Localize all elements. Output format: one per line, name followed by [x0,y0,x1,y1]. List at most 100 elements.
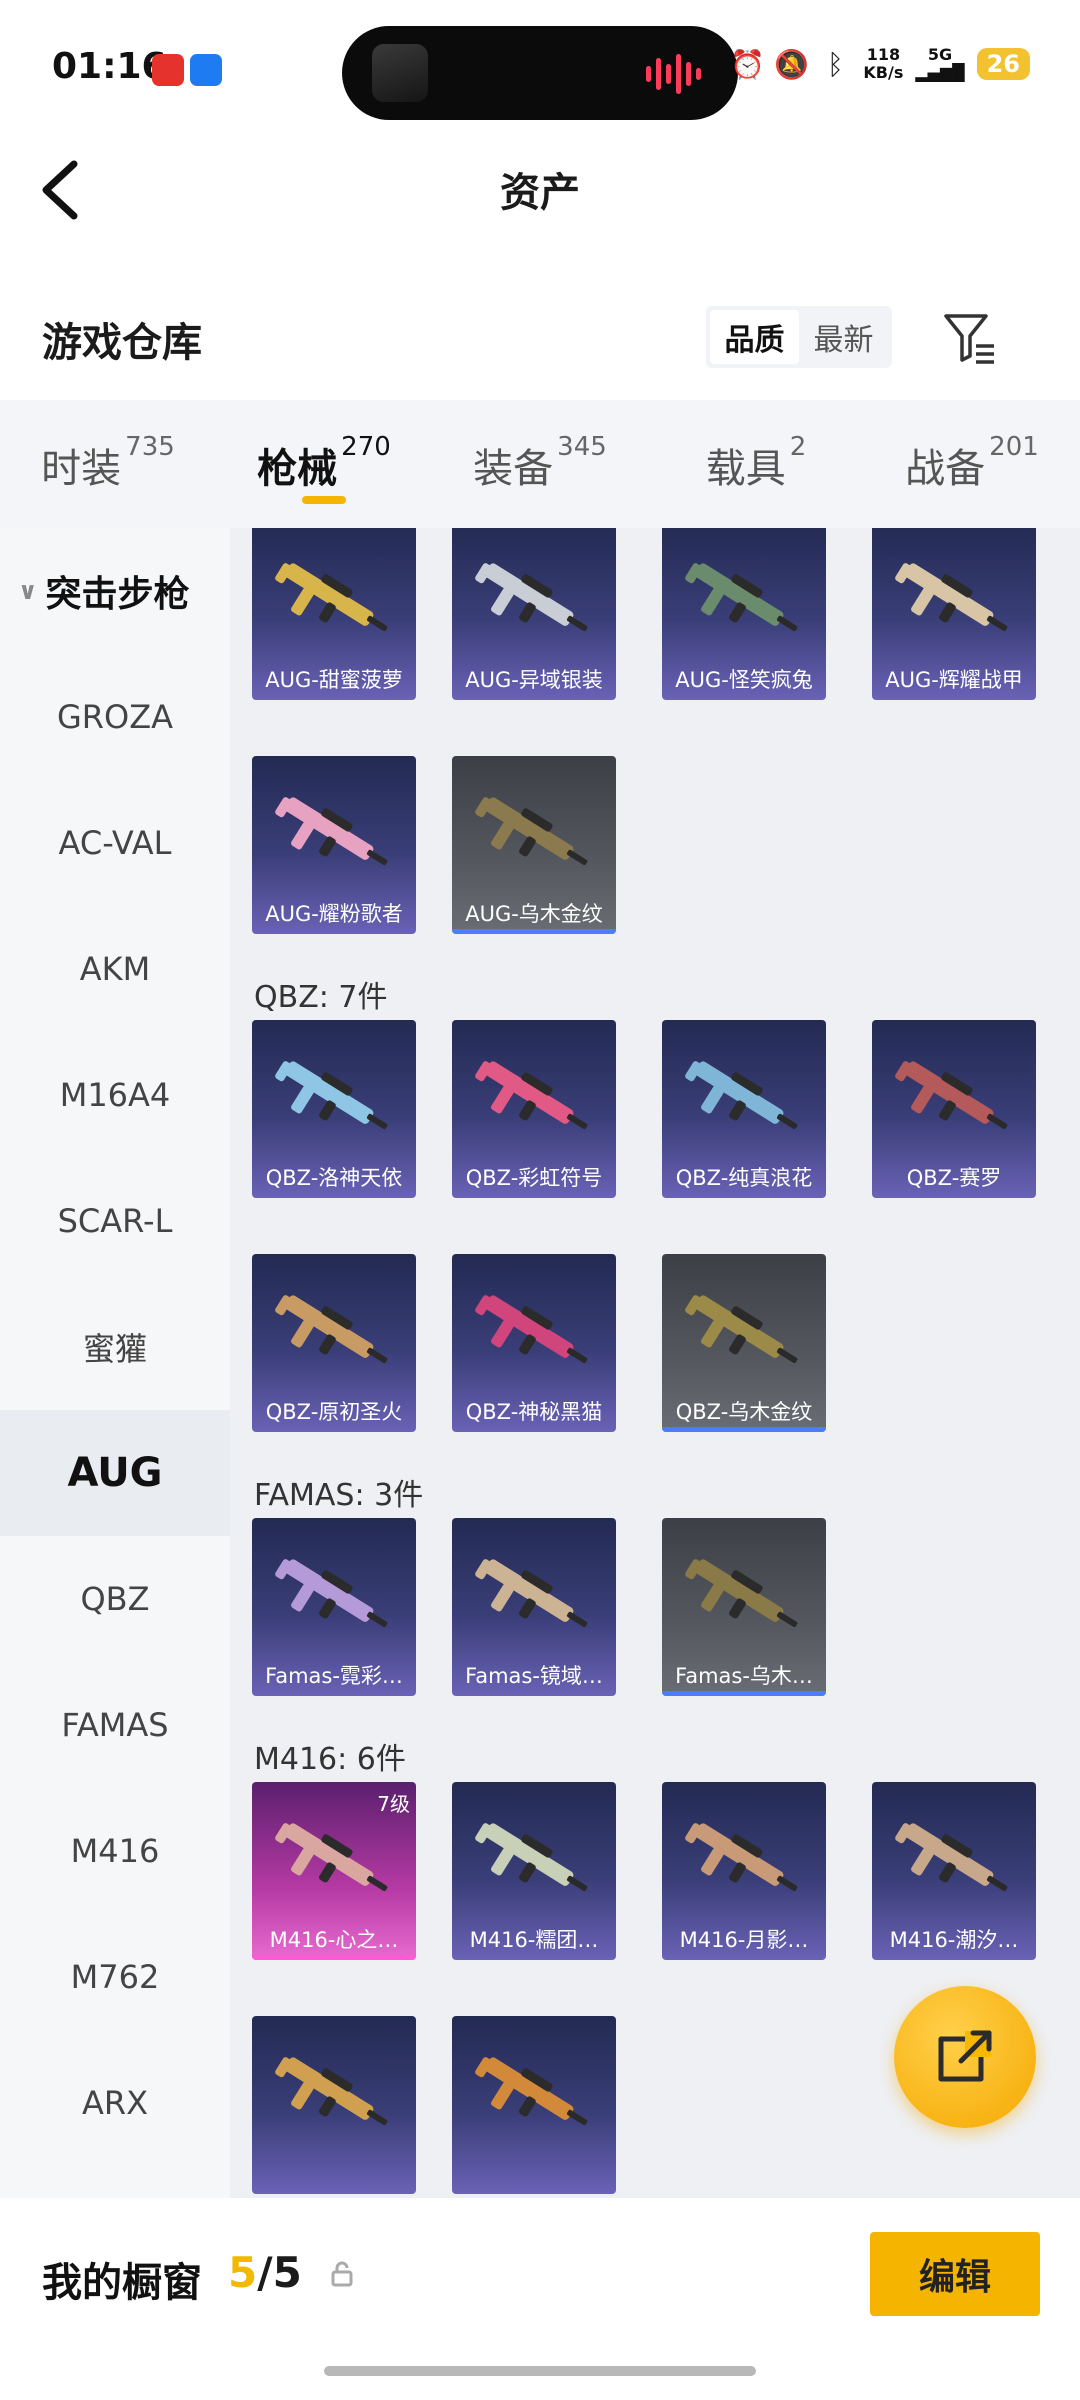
rifle-icon [475,1061,588,1130]
weapon-card[interactable]: AUG-甜蜜菠萝 [252,528,416,700]
sidebar-item[interactable]: AKM [0,906,230,1032]
weapon-grid: AUG-甜蜜菠萝 AUG-异域银装 AUG-怪笑疯兔 AUG-辉耀战甲 AUG-耀粉歌者… [230,528,1080,2198]
level-badge: 7级 [377,1792,410,1816]
weapon-name: Famas-镜域… [465,1664,603,1688]
weapon-card[interactable]: AUG-乌木金纹 [452,756,616,934]
nav-bar: 资产 [0,130,1080,250]
weapon-card[interactable]: AUG-怪笑疯兔 [662,528,826,700]
section-title: 游戏仓库 [42,320,202,366]
weapon-card[interactable]: AUG-耀粉歌者 [252,756,416,934]
sidebar-item[interactable]: 蜜獾 [0,1284,230,1410]
sidebar-item[interactable]: M16A4 [0,1032,230,1158]
weapon-card[interactable]: M416-糯团… [452,1782,616,1960]
sidebar-item[interactable]: AUG [0,1410,230,1536]
weapon-name: Famas-霓彩… [265,1664,403,1688]
weapon-card[interactable]: QBZ-纯真浪花 [662,1020,826,1198]
chevron-down-icon: ∨ [18,577,38,605]
weapon-name: M416-心之… [269,1928,399,1952]
sidebar-item[interactable]: FAMAS [0,1662,230,1788]
sidebar-item[interactable]: AC-VAL [0,780,230,906]
sidebar-item[interactable]: SCAR-L [0,1158,230,1284]
netease-music-icon [152,54,184,86]
group-title: QBZ: 7件 [254,980,388,1015]
net-speed: 118 KB/s [863,45,904,82]
weapon-card[interactable]: Famas-乌木… [662,1518,826,1696]
sidebar-item[interactable]: M762 [0,1914,230,2040]
home-indicator[interactable] [324,2366,756,2376]
rifle-icon [685,563,798,632]
weapon-name: QBZ-乌木金纹 [675,1400,813,1424]
tab-skins[interactable]: 时装 735 [0,400,216,528]
rifle-icon [685,1559,798,1628]
sort-quality[interactable]: 品质 [710,310,799,364]
rifle-icon [275,563,388,632]
rifle-icon [275,1295,388,1364]
share-button[interactable] [894,1986,1036,2128]
weapon-card[interactable]: M416-月影… [662,1782,826,1960]
media-thumbnail [372,44,428,102]
weapon-name: QBZ-原初圣火 [265,1400,403,1424]
edit-button[interactable]: 编辑 [870,2232,1040,2316]
weapon-card[interactable]: Famas-镜域… [452,1518,616,1696]
rifle-icon [685,1061,798,1130]
weapon-card[interactable]: QBZ-乌木金纹 [662,1254,826,1432]
weapon-name: QBZ-彩虹符号 [465,1166,603,1190]
weapon-name: AUG-乌木金纹 [465,902,603,926]
rifle-icon [475,1559,588,1628]
rifle-icon [275,1061,388,1130]
weapon-card[interactable]: QBZ-神秘黑猫 [452,1254,616,1432]
sort-toggle: 品质 最新 [706,306,892,368]
dynamic-island[interactable] [342,26,738,120]
sidebar-item[interactable]: QBZ [0,1536,230,1662]
rifle-icon [275,797,388,866]
alarm-icon: ⏰ [729,47,765,81]
showcase-count: 5/5 [228,2248,302,2297]
tab-supplies[interactable]: 战备 201 [864,400,1080,528]
weapon-card[interactable]: QBZ-原初圣火 [252,1254,416,1432]
sidebar-item[interactable]: ARX [0,2040,230,2166]
weapon-card[interactable] [252,2016,416,2194]
mute-icon: 🔕 [773,47,809,81]
tab-indicator [302,496,346,504]
showcase-label: 我的橱窗 [42,2260,202,2306]
rifle-icon [895,563,1008,632]
filter-icon[interactable] [940,308,1000,368]
rifle-icon [475,1823,588,1892]
weapon-name: QBZ-赛罗 [906,1166,1002,1190]
weapon-name: AUG-耀粉歌者 [265,902,403,926]
share-icon [938,2030,992,2082]
rifle-icon [475,2057,588,2126]
group-title: FAMAS: 3件 [254,1478,424,1513]
group-title: M416: 6件 [254,1742,406,1777]
rifle-icon [685,1823,798,1892]
category-tabs: 时装 735 枪械 270 装备 345 载具 2 战备 201 [0,400,1080,528]
weapon-card[interactable]: Famas-霓彩… [252,1518,416,1696]
tab-vehicles[interactable]: 载具 2 [648,400,864,528]
weapon-name: QBZ-神秘黑猫 [465,1400,603,1424]
rifle-icon [475,563,588,632]
sidebar-group-assault-rifles[interactable]: ∨ 突击步枪 [0,528,230,654]
rifle-icon [475,1295,588,1364]
bluetooth-icon: ᛒ [827,47,844,81]
weapon-card[interactable]: QBZ-彩虹符号 [452,1020,616,1198]
status-time: 01:16 [52,46,167,87]
weapon-card[interactable]: AUG-异域银装 [452,528,616,700]
weapon-name: AUG-辉耀战甲 [885,668,1023,692]
weapon-card[interactable]: M416-心之… 7级 [252,1782,416,1960]
weapon-card[interactable]: AUG-辉耀战甲 [872,528,1036,700]
weapon-card[interactable]: QBZ-赛罗 [872,1020,1036,1198]
tab-equipment[interactable]: 装备 345 [432,400,648,528]
weapon-name: AUG-怪笑疯兔 [675,668,813,692]
weapon-card[interactable]: M416-潮汐… [872,1782,1036,1960]
sidebar-item[interactable]: GROZA [0,654,230,780]
rifle-icon [475,797,588,866]
weapon-name: Famas-乌木… [675,1664,813,1688]
status-bar: 01:16 ⏰ 🔕 ᛒ 118 KB/s 5G ▂▄▆█ 26 [0,0,1080,130]
rifle-icon [275,1559,388,1628]
weapon-card[interactable] [452,2016,616,2194]
tab-guns[interactable]: 枪械 270 [216,400,432,528]
weapon-card[interactable]: QBZ-洛神天依 [252,1020,416,1198]
weapon-name: QBZ-洛神天依 [265,1166,403,1190]
sidebar-item[interactable]: M416 [0,1788,230,1914]
sort-latest[interactable]: 最新 [799,310,888,364]
